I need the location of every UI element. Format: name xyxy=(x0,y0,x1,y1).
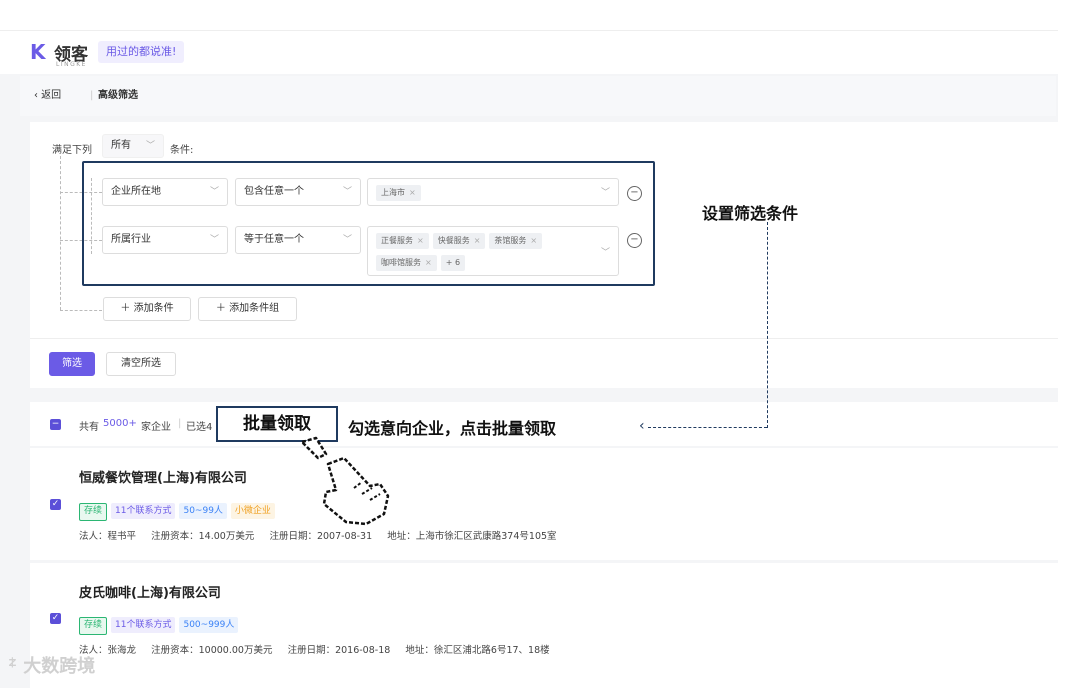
company-name[interactable]: 皮氏咖啡(上海)有限公司 xyxy=(79,582,221,601)
total-count: 5000+ xyxy=(103,418,137,429)
conditions-highlight-frame xyxy=(82,161,655,286)
company-checkbox[interactable]: ✓ xyxy=(50,499,61,510)
registration-date: 注册日期：2007-08-31 xyxy=(269,531,373,542)
total-suffix: 家企业 xyxy=(141,422,171,433)
match-suffix-label: 条件: xyxy=(170,145,194,156)
match-mode-select[interactable]: 所有 ﹀ xyxy=(102,134,164,158)
company-tags: 存续 11个联系方式 500~999人 xyxy=(79,612,242,635)
clear-selection-button[interactable]: 清空所选 xyxy=(106,352,176,376)
watermark: ᙇ 大数跨境 xyxy=(8,652,95,678)
status-badge: 存续 xyxy=(79,503,108,521)
company-tags: 存续 11个联系方式 50~99人 小微企业 xyxy=(79,498,279,521)
registration-date: 注册日期：2016-08-18 xyxy=(287,645,391,656)
plus-icon: ＋ xyxy=(120,303,131,314)
add-condition-group-button[interactable]: ＋ 添加条件组 xyxy=(198,297,297,321)
total-prefix: 共有 xyxy=(79,422,99,433)
legal-rep: 法人：程书平 xyxy=(79,531,137,542)
status-badge: 存续 xyxy=(79,617,108,635)
breadcrumb-separator: | xyxy=(90,90,94,101)
logo-mark: K xyxy=(30,40,46,64)
annotation-connector xyxy=(767,222,768,428)
contact-badge[interactable]: 11个联系方式 xyxy=(111,617,176,633)
breadcrumb: ‹ 返回 | 高级筛选 xyxy=(20,76,1056,116)
plus-icon: ＋ xyxy=(215,303,226,314)
type-badge: 小微企业 xyxy=(230,503,275,519)
select-all-checkbox[interactable]: − xyxy=(50,419,61,430)
match-prefix-label: 满足下列 xyxy=(52,145,92,156)
tree-branch xyxy=(60,310,102,311)
tree-line xyxy=(60,156,61,310)
set-conditions-annotation: 设置筛选条件 xyxy=(702,204,799,223)
page-title: 高级筛选 xyxy=(98,90,138,101)
summary-separator: | xyxy=(178,418,182,429)
registered-capital: 注册资本：14.00万美元 xyxy=(151,531,255,542)
company-checkbox[interactable]: ✓ xyxy=(50,613,61,624)
company-meta: 法人：张海龙 注册资本：10000.00万美元 注册日期：2016-08-18 … xyxy=(79,642,550,656)
arrow-left-icon: ‹ xyxy=(639,418,645,434)
size-badge: 50~99人 xyxy=(179,503,227,519)
watermark-logo-icon: ᙇ xyxy=(8,656,17,677)
filter-button[interactable]: 筛选 xyxy=(49,352,95,376)
company-meta: 法人：程书平 注册资本：14.00万美元 注册日期：2007-08-31 地址：… xyxy=(79,528,557,542)
back-link[interactable]: ‹ 返回 xyxy=(34,76,61,116)
size-badge: 500~999人 xyxy=(179,617,239,633)
watermark-text: 大数跨境 xyxy=(23,656,96,677)
company-address: 地址：上海市徐汇区武康路374号105室 xyxy=(387,531,557,542)
annotation-connector xyxy=(648,427,767,428)
pointer-hand-icon xyxy=(300,436,390,526)
selected-count: 已选4 xyxy=(186,422,213,433)
company-address: 地址：徐汇区浦北路6号17、18楼 xyxy=(405,645,550,656)
panel-divider xyxy=(30,338,1058,339)
contact-badge[interactable]: 11个联系方式 xyxy=(111,503,176,519)
logo-subtitle: LINGKE xyxy=(56,61,87,68)
company-name[interactable]: 恒威餐饮管理(上海)有限公司 xyxy=(79,467,247,486)
slogan-badge: 用过的都说准! xyxy=(98,41,185,63)
match-mode-value: 所有 xyxy=(111,140,131,151)
add-condition-group-label: 添加条件组 xyxy=(229,303,280,314)
registered-capital: 注册资本：10000.00万美元 xyxy=(151,645,273,656)
chevron-down-icon: ﹀ xyxy=(145,141,155,151)
add-condition-button[interactable]: ＋ 添加条件 xyxy=(103,297,191,321)
add-condition-label: 添加条件 xyxy=(133,303,174,314)
